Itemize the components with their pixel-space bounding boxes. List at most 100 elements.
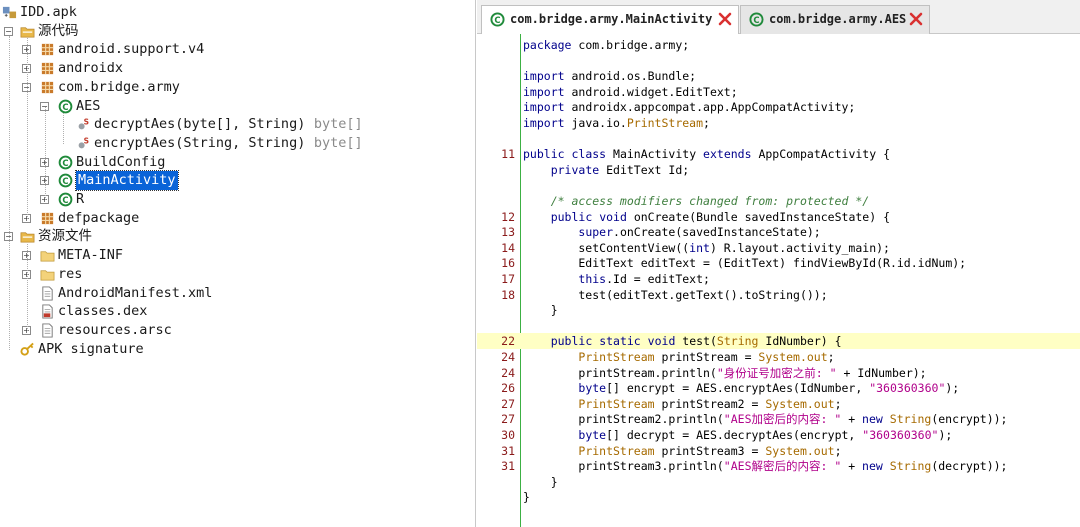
code-line: /* access modifiers changed from: protec… <box>523 194 870 208</box>
tree-item[interactable]: + META-INF <box>0 246 470 265</box>
tree-item[interactable]: + resources.arsc <box>0 321 470 340</box>
tree-item[interactable]: − com.bridge.army <box>0 78 470 97</box>
tree-item-label: res <box>58 265 83 282</box>
folder-icon <box>40 248 55 263</box>
line-number <box>477 37 515 53</box>
line-number: 30 <box>501 428 515 442</box>
tree-guide-line <box>27 38 28 219</box>
code-line: public class MainActivity extends AppCom… <box>523 147 890 162</box>
tree-item[interactable]: + C MainActivity <box>0 170 470 192</box>
svg-text:C: C <box>62 101 68 111</box>
tree-item-label: MainActivity <box>75 170 179 192</box>
code-line: byte[] decrypt = AES.decryptAes(encrypt,… <box>578 428 953 442</box>
tree-item[interactable]: + C R <box>0 190 470 209</box>
svg-text:C: C <box>62 195 68 205</box>
line-number <box>477 84 515 100</box>
tree-item-label: 源代码 <box>38 22 79 39</box>
tree-item[interactable]: + android.support.v4 <box>0 40 470 59</box>
line-number <box>477 318 515 334</box>
code-line: import androidx.appcompat.app.AppCompatA… <box>523 100 856 115</box>
apk-icon <box>2 5 17 20</box>
tree-item-label: AES <box>76 97 101 114</box>
line-number: 31 <box>501 459 515 474</box>
code-line: this.Id = editText; <box>578 272 710 286</box>
line-number <box>477 193 515 209</box>
tree-item-label: android.support.v4 <box>58 41 205 58</box>
tree-item[interactable]: − 资源文件 <box>0 227 470 246</box>
tree-item[interactable]: SencryptAes(String, String) byte[] <box>0 134 470 153</box>
tree-item[interactable]: + androidx <box>0 59 470 78</box>
code-line: public void onCreate(Bundle savedInstanc… <box>550 209 890 224</box>
code-line: printStream2.println("AES加密后的内容: " + new… <box>523 412 1008 427</box>
line-number <box>477 99 515 115</box>
class-icon: C <box>58 192 73 207</box>
code-editor: C com.bridge.army.MainActivity C com.bri… <box>477 0 1080 527</box>
line-number: 12 <box>501 209 515 224</box>
tree-guide-line <box>9 35 10 350</box>
tree-guide-line <box>27 244 28 331</box>
tree-item-label: classes.dex <box>58 303 148 320</box>
resource-folder-icon <box>20 229 35 244</box>
class-icon: C <box>490 12 505 27</box>
tab-aes[interactable]: C com.bridge.army.AES <box>740 5 930 34</box>
tree-item-label: 资源文件 <box>38 228 92 245</box>
tree-item[interactable]: − 源代码 <box>0 22 470 41</box>
tree-item[interactable]: + res <box>0 265 470 284</box>
tree-item[interactable]: classes.dex <box>0 302 470 321</box>
dex-file-icon <box>40 304 55 319</box>
close-icon[interactable] <box>718 12 732 26</box>
collapse-toggle[interactable]: − <box>4 26 13 36</box>
line-number <box>477 474 515 490</box>
tree-item[interactable]: + C BuildConfig <box>0 153 470 172</box>
line-number <box>477 302 515 318</box>
tree-item-label: resources.arsc <box>58 321 172 338</box>
return-type: byte[] <box>313 134 363 151</box>
line-number: 22 <box>501 334 515 349</box>
code-line: PrintStream printStream3 = System.out; <box>578 443 842 458</box>
tab-bar: C com.bridge.army.MainActivity C com.bri… <box>477 0 1080 35</box>
svg-text:C: C <box>494 15 500 25</box>
package-icon <box>40 42 55 57</box>
code-area[interactable]: package com.bridge.army; import android.o… <box>477 34 1080 527</box>
tab-label: com.bridge.army.AES <box>769 12 907 26</box>
tree-item-label: defpackage <box>58 209 140 226</box>
code-line: } <box>523 303 558 318</box>
tree-item[interactable]: AndroidManifest.xml <box>0 284 470 303</box>
line-number: 24 <box>501 350 515 364</box>
class-icon: C <box>58 155 73 170</box>
tree-guide-line <box>45 106 46 200</box>
tree-item[interactable]: SdecryptAes(byte[], String) byte[] <box>0 115 470 134</box>
tree-item[interactable]: APK signature <box>0 340 470 359</box>
code-line: package com.bridge.army; <box>523 38 690 52</box>
file-icon <box>40 285 55 301</box>
code-line: printStream3.println("AES解密后的内容: " + new… <box>523 459 1008 474</box>
line-number: 13 <box>501 225 515 240</box>
tab-main-activity[interactable]: C com.bridge.army.MainActivity <box>481 5 739 35</box>
tree-item-label: BuildConfig <box>76 153 166 170</box>
code-line: public static void test(String IdNumber)… <box>550 334 842 349</box>
svg-text:C: C <box>62 157 68 167</box>
folder-icon <box>40 267 55 282</box>
code-line: printStream.println("身份证号加密之前: " + IdNum… <box>523 365 927 380</box>
key-icon <box>20 342 35 357</box>
file-icon <box>40 323 55 338</box>
tree-item-label: META-INF <box>58 247 124 264</box>
gutter-divider <box>520 34 521 527</box>
code-line: test(editText.getText().toString()); <box>523 287 828 302</box>
svg-text:S: S <box>84 118 89 127</box>
code-line: EditText editText = (EditText) findViewB… <box>523 256 967 271</box>
tree-item[interactable]: IDD.apk <box>0 3 470 22</box>
tree-item[interactable]: + defpackage <box>0 209 470 228</box>
code-line: } <box>523 490 530 505</box>
package-icon <box>40 61 55 76</box>
code-line: import java.io.PrintStream; <box>523 116 710 130</box>
line-number <box>477 68 515 84</box>
tree-item[interactable]: − C AES <box>0 97 470 116</box>
svg-text:S: S <box>84 136 89 145</box>
class-icon: C <box>749 12 764 27</box>
svg-text:C: C <box>753 15 759 25</box>
static-method-icon: S <box>76 136 91 151</box>
close-icon[interactable] <box>909 12 923 26</box>
tree-item-label: APK signature <box>38 340 144 357</box>
code-line: PrintStream printStream = System.out; <box>578 350 835 364</box>
